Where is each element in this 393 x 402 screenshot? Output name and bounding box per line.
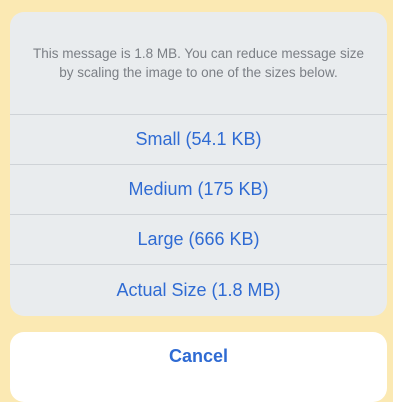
option-large-label: Large (666 KB) bbox=[137, 229, 260, 249]
action-sheet-message: This message is 1.8 MB. You can reduce m… bbox=[33, 46, 364, 80]
option-medium-label: Medium (175 KB) bbox=[128, 179, 269, 199]
cancel-button[interactable]: Cancel bbox=[10, 332, 387, 402]
option-small-button[interactable]: Small (54.1 KB) bbox=[10, 114, 387, 164]
option-small-label: Small (54.1 KB) bbox=[135, 129, 262, 149]
cancel-label: Cancel bbox=[168, 346, 229, 366]
option-medium-button[interactable]: Medium (175 KB) bbox=[10, 164, 387, 214]
option-actual-size-button[interactable]: Actual Size (1.8 MB) bbox=[10, 264, 387, 316]
option-actual-size-label: Actual Size (1.8 MB) bbox=[116, 280, 281, 300]
action-sheet: This message is 1.8 MB. You can reduce m… bbox=[10, 12, 387, 316]
option-large-button[interactable]: Large (666 KB) bbox=[10, 214, 387, 264]
